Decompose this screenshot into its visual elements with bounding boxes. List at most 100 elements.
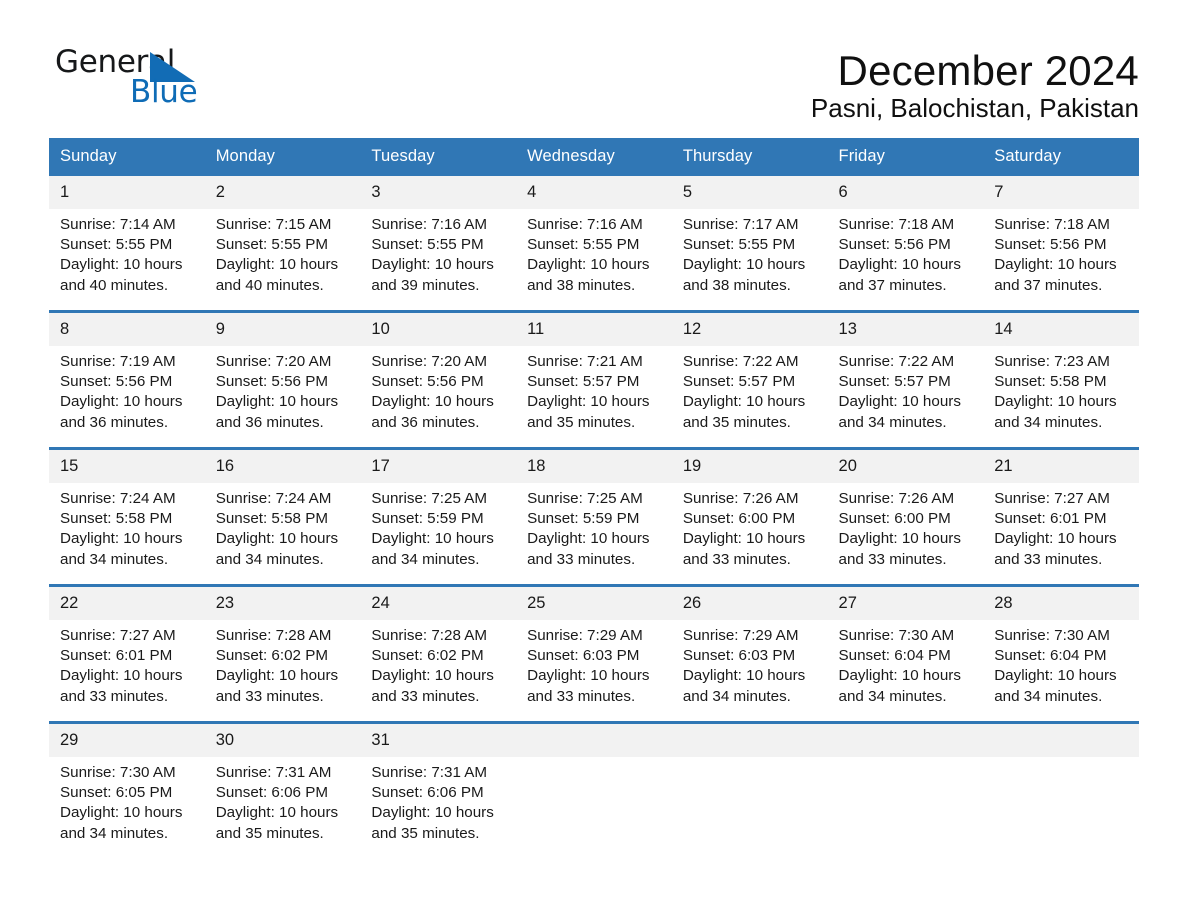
sunset-text: Sunset: 5:57 PM	[682, 373, 796, 391]
weekday-header-sunday: Sunday	[49, 138, 205, 176]
day-details: Sunrise: 7:15 AM Sunset: 5:55 PM Daylight:…	[205, 209, 361, 296]
calendar-day-cell[interactable]: 13 Sunrise: 7:22 AM Sunset: 5:57 PM Dayligh…	[827, 310, 984, 449]
daylight-text: Daylight: 10 hours and 34 minutes.	[682, 667, 806, 705]
weekday-header-tuesday: Tuesday	[360, 138, 517, 176]
calendar-day-cell[interactable]: 2 Sunrise: 7:15 AM Sunset: 5:55 PM Daylight…	[204, 176, 361, 312]
calendar-day-cell[interactable]: 19 Sunrise: 7:26 AM Sunset: 6:00 PM Dayligh…	[671, 447, 828, 586]
day-cell-inner: 22 Sunrise: 7:27 AM Sunset: 6:01 PM Dayligh…	[49, 587, 205, 721]
calendar-day-cell[interactable]: 7 Sunrise: 7:18 AM Sunset: 5:56 PM Daylight…	[983, 176, 1139, 312]
day-cell-inner: 30 Sunrise: 7:31 AM Sunset: 6:06 PM Dayligh…	[204, 724, 361, 858]
daylight-text: Daylight: 10 hours and 34 minutes.	[371, 530, 494, 568]
sunset-text: Sunset: 6:03 PM	[527, 647, 640, 665]
day-number: 27	[827, 587, 984, 620]
general-blue-logo[interactable]: General Blue	[49, 44, 199, 112]
day-details: Sunrise: 7:22 AM Sunset: 5:57 PM Daylight:…	[672, 346, 828, 433]
calendar-day-cell[interactable]: 22 Sunrise: 7:27 AM Sunset: 6:01 PM Dayligh…	[49, 584, 205, 723]
day-cell-inner: 8 Sunrise: 7:19 AM Sunset: 5:56 PM Daylight…	[49, 313, 205, 447]
calendar-day-cell[interactable]: 23 Sunrise: 7:28 AM Sunset: 6:02 PM Dayligh…	[204, 584, 361, 723]
daylight-text: Daylight: 10 hours and 34 minutes.	[60, 804, 183, 842]
day-cell-inner: 9 Sunrise: 7:20 AM Sunset: 5:56 PM Daylight…	[204, 313, 361, 447]
daylight-text: Daylight: 10 hours and 40 minutes.	[215, 256, 339, 294]
day-cell-inner: 27 Sunrise: 7:30 AM Sunset: 6:04 PM Dayligh…	[827, 587, 984, 721]
sunset-text: Sunset: 5:55 PM	[527, 236, 640, 254]
day-number	[516, 724, 672, 757]
sunrise-text: Sunrise: 7:22 AM	[838, 353, 955, 370]
sunrise-text: Sunrise: 7:31 AM	[215, 764, 332, 781]
calendar-day-cell[interactable]: 25 Sunrise: 7:29 AM Sunset: 6:03 PM Dayligh…	[516, 584, 672, 723]
sunrise-text: Sunrise: 7:22 AM	[682, 353, 799, 370]
daylight-text: Daylight: 10 hours and 33 minutes.	[215, 667, 339, 705]
day-cell-inner: 14 Sunrise: 7:23 AM Sunset: 5:58 PM Dayligh…	[983, 313, 1139, 447]
day-details: Sunrise: 7:29 AM Sunset: 6:03 PM Daylight:…	[516, 620, 672, 707]
calendar-week-row: 22 Sunrise: 7:27 AM Sunset: 6:01 PM Dayligh…	[49, 584, 1139, 723]
sunrise-text: Sunrise: 7:21 AM	[527, 353, 643, 370]
day-cell-inner	[671, 724, 828, 858]
calendar-day-cell[interactable]: 10 Sunrise: 7:20 AM Sunset: 5:56 PM Dayligh…	[360, 310, 517, 449]
calendar-day-cell[interactable]: 5 Sunrise: 7:17 AM Sunset: 5:55 PM Daylight…	[671, 176, 828, 312]
calendar-day-cell[interactable]: 20 Sunrise: 7:26 AM Sunset: 6:00 PM Dayligh…	[827, 447, 984, 586]
day-number: 15	[49, 450, 205, 483]
day-details: Sunrise: 7:31 AM Sunset: 6:06 PM Daylight:…	[360, 757, 516, 844]
sunset-text: Sunset: 5:56 PM	[994, 236, 1107, 254]
day-cell-inner: 2 Sunrise: 7:15 AM Sunset: 5:55 PM Daylight…	[204, 176, 361, 310]
day-cell-inner: 20 Sunrise: 7:26 AM Sunset: 6:00 PM Dayligh…	[827, 450, 984, 584]
calendar-day-cell[interactable]: 6 Sunrise: 7:18 AM Sunset: 5:56 PM Daylight…	[827, 176, 984, 312]
calendar-empty-cell	[671, 721, 828, 858]
calendar-day-cell[interactable]: 11 Sunrise: 7:21 AM Sunset: 5:57 PM Dayligh…	[516, 310, 672, 449]
day-details: Sunrise: 7:17 AM Sunset: 5:55 PM Daylight:…	[672, 209, 828, 296]
calendar-day-cell[interactable]: 15 Sunrise: 7:24 AM Sunset: 5:58 PM Dayligh…	[49, 447, 205, 586]
day-number: 24	[360, 587, 517, 620]
day-number: 26	[671, 587, 828, 620]
day-details: Sunrise: 7:28 AM Sunset: 6:02 PM Daylight:…	[205, 620, 361, 707]
day-number: 4	[516, 176, 672, 209]
day-details: Sunrise: 7:25 AM Sunset: 5:59 PM Daylight:…	[516, 483, 672, 570]
calendar-day-cell[interactable]: 27 Sunrise: 7:30 AM Sunset: 6:04 PM Dayligh…	[827, 584, 984, 723]
calendar-day-cell[interactable]: 12 Sunrise: 7:22 AM Sunset: 5:57 PM Dayligh…	[671, 310, 828, 449]
day-cell-inner: 1 Sunrise: 7:14 AM Sunset: 5:55 PM Daylight…	[49, 176, 205, 310]
calendar-day-cell[interactable]: 18 Sunrise: 7:25 AM Sunset: 5:59 PM Dayligh…	[516, 447, 672, 586]
calendar-day-cell[interactable]: 30 Sunrise: 7:31 AM Sunset: 6:06 PM Dayligh…	[204, 721, 361, 858]
sunset-text: Sunset: 6:04 PM	[838, 647, 951, 665]
day-details: Sunrise: 7:23 AM Sunset: 5:58 PM Daylight:…	[983, 346, 1139, 433]
calendar-day-cell[interactable]: 28 Sunrise: 7:30 AM Sunset: 6:04 PM Dayligh…	[983, 584, 1139, 723]
calendar-day-cell[interactable]: 24 Sunrise: 7:28 AM Sunset: 6:02 PM Dayligh…	[360, 584, 517, 723]
calendar-day-cell[interactable]: 26 Sunrise: 7:29 AM Sunset: 6:03 PM Dayligh…	[671, 584, 828, 723]
sunrise-text: Sunrise: 7:29 AM	[682, 627, 799, 644]
calendar-header-row: Sunday Monday Tuesday Wednesday Thursday…	[49, 138, 1139, 176]
calendar-week-row: 1 Sunrise: 7:14 AM Sunset: 5:55 PM Daylight…	[49, 176, 1139, 312]
calendar-day-cell[interactable]: 16 Sunrise: 7:24 AM Sunset: 5:58 PM Dayligh…	[204, 447, 361, 586]
day-number: 1	[49, 176, 205, 209]
day-details: Sunrise: 7:30 AM Sunset: 6:04 PM Daylight:…	[983, 620, 1139, 707]
daylight-text: Daylight: 10 hours and 40 minutes.	[60, 256, 183, 294]
sunrise-text: Sunrise: 7:30 AM	[60, 764, 176, 781]
sunrise-text: Sunrise: 7:18 AM	[994, 216, 1110, 233]
calendar-day-cell[interactable]: 4 Sunrise: 7:16 AM Sunset: 5:55 PM Daylight…	[516, 176, 672, 312]
calendar-day-cell[interactable]: 31 Sunrise: 7:31 AM Sunset: 6:06 PM Dayligh…	[360, 721, 517, 858]
sunset-text: Sunset: 6:01 PM	[994, 510, 1107, 528]
sunset-text: Sunset: 5:55 PM	[215, 236, 328, 254]
day-details: Sunrise: 7:25 AM Sunset: 5:59 PM Daylight:…	[360, 483, 516, 570]
calendar-day-cell[interactable]: 1 Sunrise: 7:14 AM Sunset: 5:55 PM Daylight…	[49, 176, 205, 312]
day-cell-inner: 6 Sunrise: 7:18 AM Sunset: 5:56 PM Daylight…	[827, 176, 984, 310]
day-number: 20	[827, 450, 984, 483]
sunset-text: Sunset: 6:03 PM	[682, 647, 796, 665]
calendar-day-cell[interactable]: 29 Sunrise: 7:30 AM Sunset: 6:05 PM Dayligh…	[49, 721, 205, 858]
daylight-text: Daylight: 10 hours and 39 minutes.	[371, 256, 494, 294]
daylight-text: Daylight: 10 hours and 35 minutes.	[215, 804, 339, 842]
day-cell-inner: 25 Sunrise: 7:29 AM Sunset: 6:03 PM Dayligh…	[516, 587, 672, 721]
calendar-day-cell[interactable]: 17 Sunrise: 7:25 AM Sunset: 5:59 PM Dayligh…	[360, 447, 517, 586]
daylight-text: Daylight: 10 hours and 36 minutes.	[215, 393, 339, 431]
day-number: 14	[983, 313, 1139, 346]
calendar-day-cell[interactable]: 9 Sunrise: 7:20 AM Sunset: 5:56 PM Daylight…	[204, 310, 361, 449]
calendar-day-cell[interactable]: 14 Sunrise: 7:23 AM Sunset: 5:58 PM Dayligh…	[983, 310, 1139, 449]
sunrise-text: Sunrise: 7:24 AM	[60, 490, 176, 507]
calendar-day-cell[interactable]: 8 Sunrise: 7:19 AM Sunset: 5:56 PM Daylight…	[49, 310, 205, 449]
day-number: 7	[983, 176, 1139, 209]
daylight-text: Daylight: 10 hours and 33 minutes.	[371, 667, 494, 705]
sunrise-text: Sunrise: 7:29 AM	[527, 627, 643, 644]
calendar-day-cell[interactable]: 3 Sunrise: 7:16 AM Sunset: 5:55 PM Daylight…	[360, 176, 517, 312]
day-number: 17	[360, 450, 517, 483]
day-number: 28	[983, 587, 1139, 620]
calendar-day-cell[interactable]: 21 Sunrise: 7:27 AM Sunset: 6:01 PM Dayligh…	[983, 447, 1139, 586]
sunrise-text: Sunrise: 7:17 AM	[682, 216, 799, 233]
